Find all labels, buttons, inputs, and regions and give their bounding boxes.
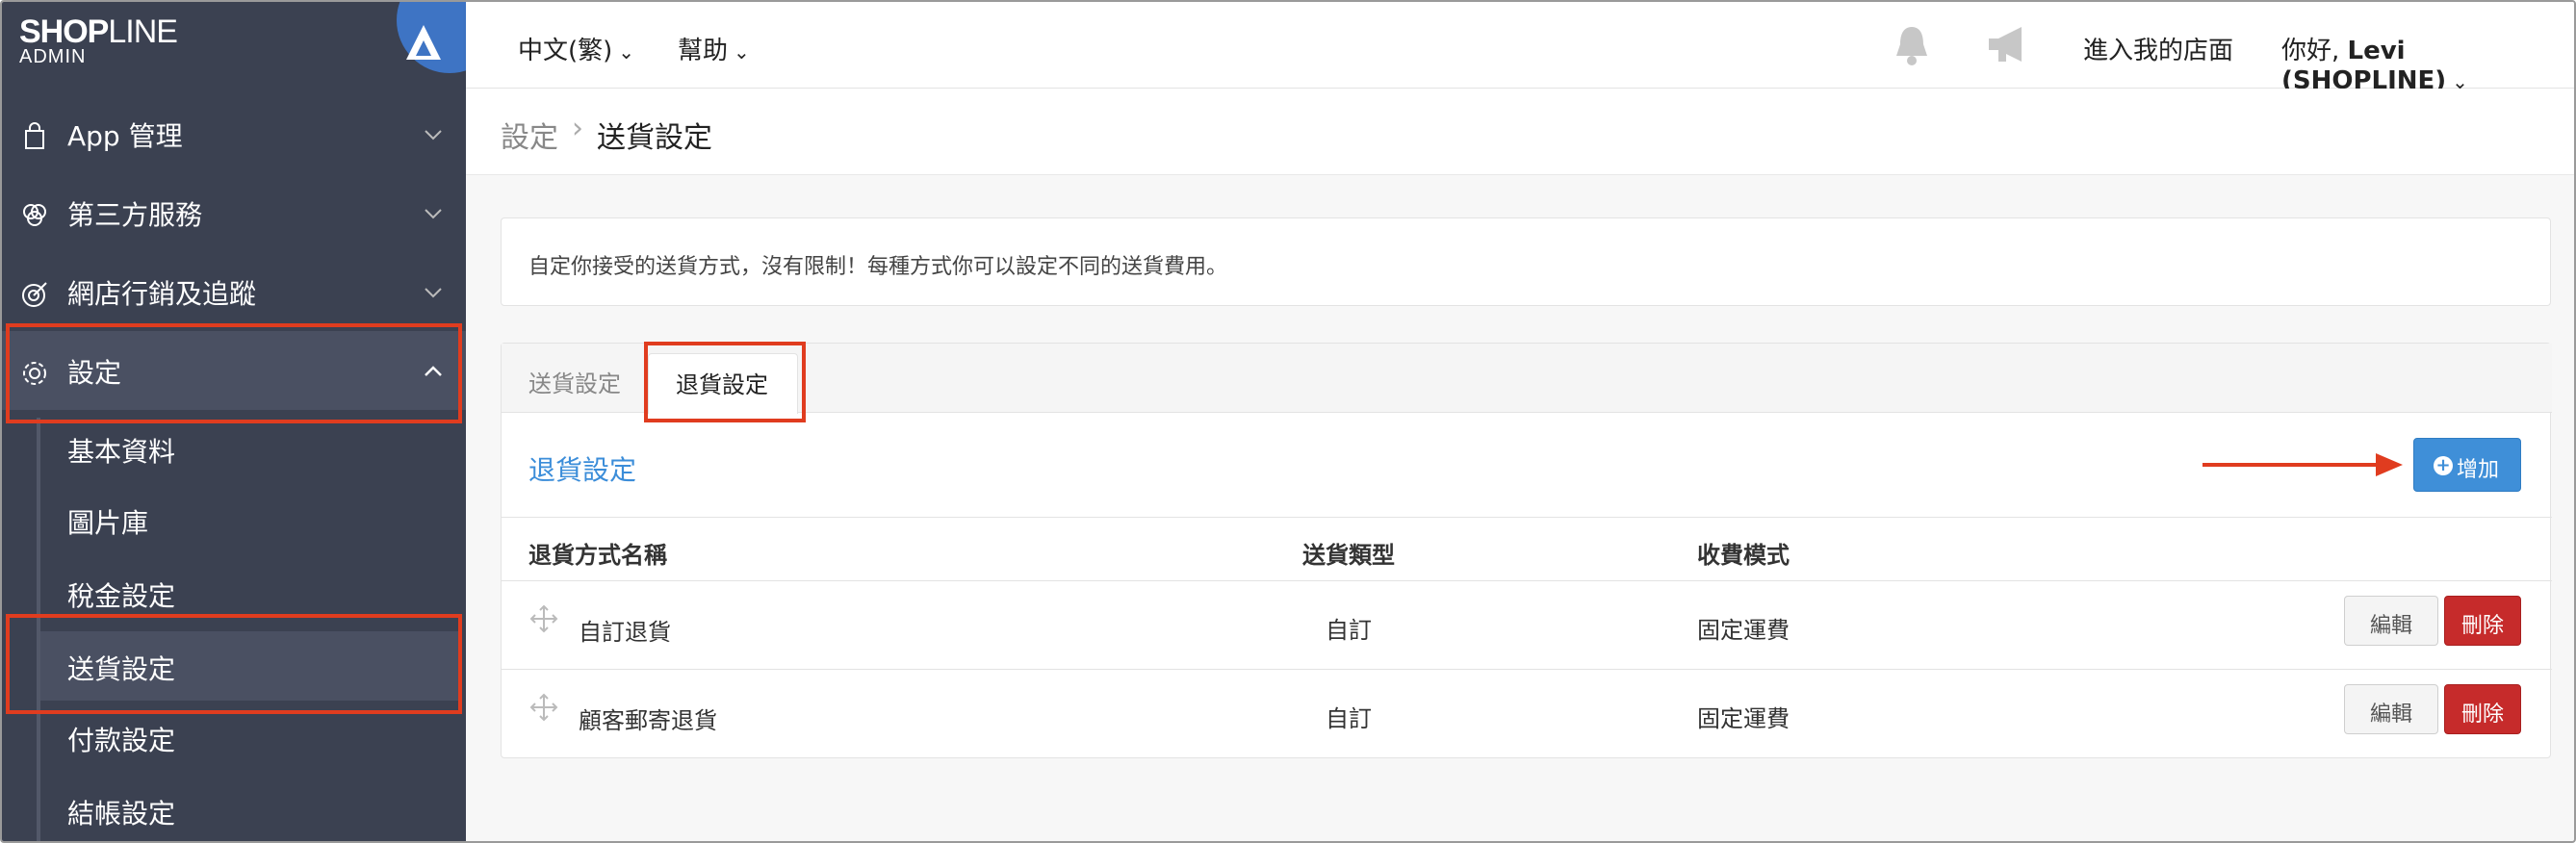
bell-icon[interactable] bbox=[1891, 23, 1933, 67]
return-settings-panel: 送貨設定 退貨設定 退貨設定 + 增加 退貨方式名稱 送貨類型 收費模式 自訂退… bbox=[501, 342, 2552, 758]
sidebar-subitem-payment[interactable]: 付款設定 bbox=[40, 702, 462, 772]
chevron-up-icon bbox=[425, 366, 442, 376]
sidebar-subitem-basic-info[interactable]: 基本資料 bbox=[40, 414, 462, 483]
sidebar-subitem-delivery[interactable]: 送貨設定 bbox=[40, 631, 462, 701]
logo[interactable]: SHOPLINE ADMIN bbox=[2, 2, 502, 75]
divider bbox=[502, 669, 2552, 670]
fee-mode: 固定運費 bbox=[1697, 617, 1790, 644]
triangle-logo-icon bbox=[406, 25, 441, 60]
info-panel: 自定你接受的送貨方式，沒有限制！每種方式你可以設定不同的送貨費用。 bbox=[501, 217, 2551, 306]
enter-store-link[interactable]: 進入我的店面 bbox=[2083, 31, 2233, 66]
target-icon bbox=[22, 282, 47, 307]
drag-handle-icon[interactable] bbox=[528, 603, 559, 634]
sidebar-item-label: App 管理 bbox=[67, 120, 183, 152]
sidebar-item-marketing[interactable]: 網店行銷及追蹤 bbox=[2, 252, 466, 331]
divider bbox=[502, 517, 2552, 518]
divider bbox=[502, 580, 2552, 581]
chevron-down-icon: ⌄ bbox=[734, 40, 750, 64]
edit-button[interactable]: 編輯 bbox=[2344, 596, 2438, 646]
tab-delivery-settings[interactable]: 送貨設定 bbox=[528, 365, 621, 398]
delete-button[interactable]: 刪除 bbox=[2444, 596, 2521, 646]
user-dropdown[interactable]: 你好, Levi (SHOPLINE) ⌄ bbox=[2281, 31, 2574, 95]
add-button[interactable]: + 增加 bbox=[2413, 438, 2521, 492]
delivery-type: 自訂 bbox=[1326, 705, 1372, 732]
tab-strip: 送貨設定 退貨設定 bbox=[502, 344, 2552, 414]
chevron-down-icon: ⌄ bbox=[618, 40, 635, 64]
sidebar-item-settings[interactable]: 設定 bbox=[2, 331, 466, 410]
column-header-name: 退貨方式名稱 bbox=[528, 542, 667, 569]
fee-mode: 固定運費 bbox=[1697, 705, 1790, 732]
breadcrumb: 設定 › 送貨設定 bbox=[466, 89, 2574, 175]
edit-button[interactable]: 編輯 bbox=[2344, 684, 2438, 734]
delete-button[interactable]: 刪除 bbox=[2444, 684, 2521, 734]
chevron-down-icon bbox=[425, 209, 442, 219]
top-navbar: 中文(繁) ⌄ 幫助 ⌄ 進入我的店面 你好, Levi (SHOPLINE) ⌄ bbox=[466, 2, 2574, 95]
sidebar-subitem-tax[interactable]: 稅金設定 bbox=[40, 558, 462, 627]
logo-subtitle: ADMIN bbox=[19, 46, 87, 67]
sidebar-item-label: 設定 bbox=[67, 357, 122, 389]
breadcrumb-parent[interactable]: 設定 bbox=[501, 114, 558, 156]
gear-icon bbox=[23, 362, 46, 385]
sidebar-subitem-checkout[interactable]: 結帳設定 bbox=[40, 776, 462, 841]
sidebar-item-third-party[interactable]: 第三方服務 bbox=[2, 173, 466, 252]
drag-handle-icon[interactable] bbox=[528, 692, 559, 723]
sidebar-item-label: 第三方服務 bbox=[67, 199, 203, 231]
plus-circle-icon: + bbox=[2434, 456, 2453, 475]
sidebar-subitem-image-library[interactable]: 圖片庫 bbox=[40, 485, 462, 554]
chevron-down-icon bbox=[425, 288, 442, 298]
tab-return-settings[interactable]: 退貨設定 bbox=[648, 353, 798, 414]
page-title: 送貨設定 bbox=[597, 121, 712, 155]
help-dropdown[interactable]: 幫助 ⌄ bbox=[678, 31, 750, 66]
breadcrumb-separator: › bbox=[572, 112, 583, 145]
column-header-fee-mode: 收費模式 bbox=[1697, 542, 1790, 569]
shopping-bag-icon bbox=[25, 122, 44, 149]
return-method-name: 顧客郵寄退貨 bbox=[579, 707, 717, 734]
section-title: 退貨設定 bbox=[528, 454, 637, 486]
column-header-type: 送貨類型 bbox=[1302, 542, 1395, 569]
circles-icon bbox=[23, 204, 46, 226]
chevron-down-icon bbox=[425, 130, 442, 140]
app-window: SHOPLINE ADMIN App 管理 第三方服務 網店行銷及追蹤 設定 基… bbox=[0, 0, 2576, 843]
info-text: 自定你接受的送貨方式，沒有限制！每種方式你可以設定不同的送貨費用。 bbox=[528, 255, 1228, 279]
arrow-annotation-icon bbox=[2202, 453, 2403, 476]
sidebar-item-app[interactable]: App 管理 bbox=[2, 94, 466, 173]
sidebar-item-label: 網店行銷及追蹤 bbox=[67, 278, 257, 310]
delivery-type: 自訂 bbox=[1326, 617, 1372, 644]
language-dropdown[interactable]: 中文(繁) ⌄ bbox=[518, 31, 634, 66]
return-method-name: 自訂退貨 bbox=[579, 619, 671, 646]
sidebar: SHOPLINE ADMIN App 管理 第三方服務 網店行銷及追蹤 設定 基… bbox=[2, 2, 502, 841]
megaphone-icon[interactable] bbox=[1985, 23, 2031, 67]
